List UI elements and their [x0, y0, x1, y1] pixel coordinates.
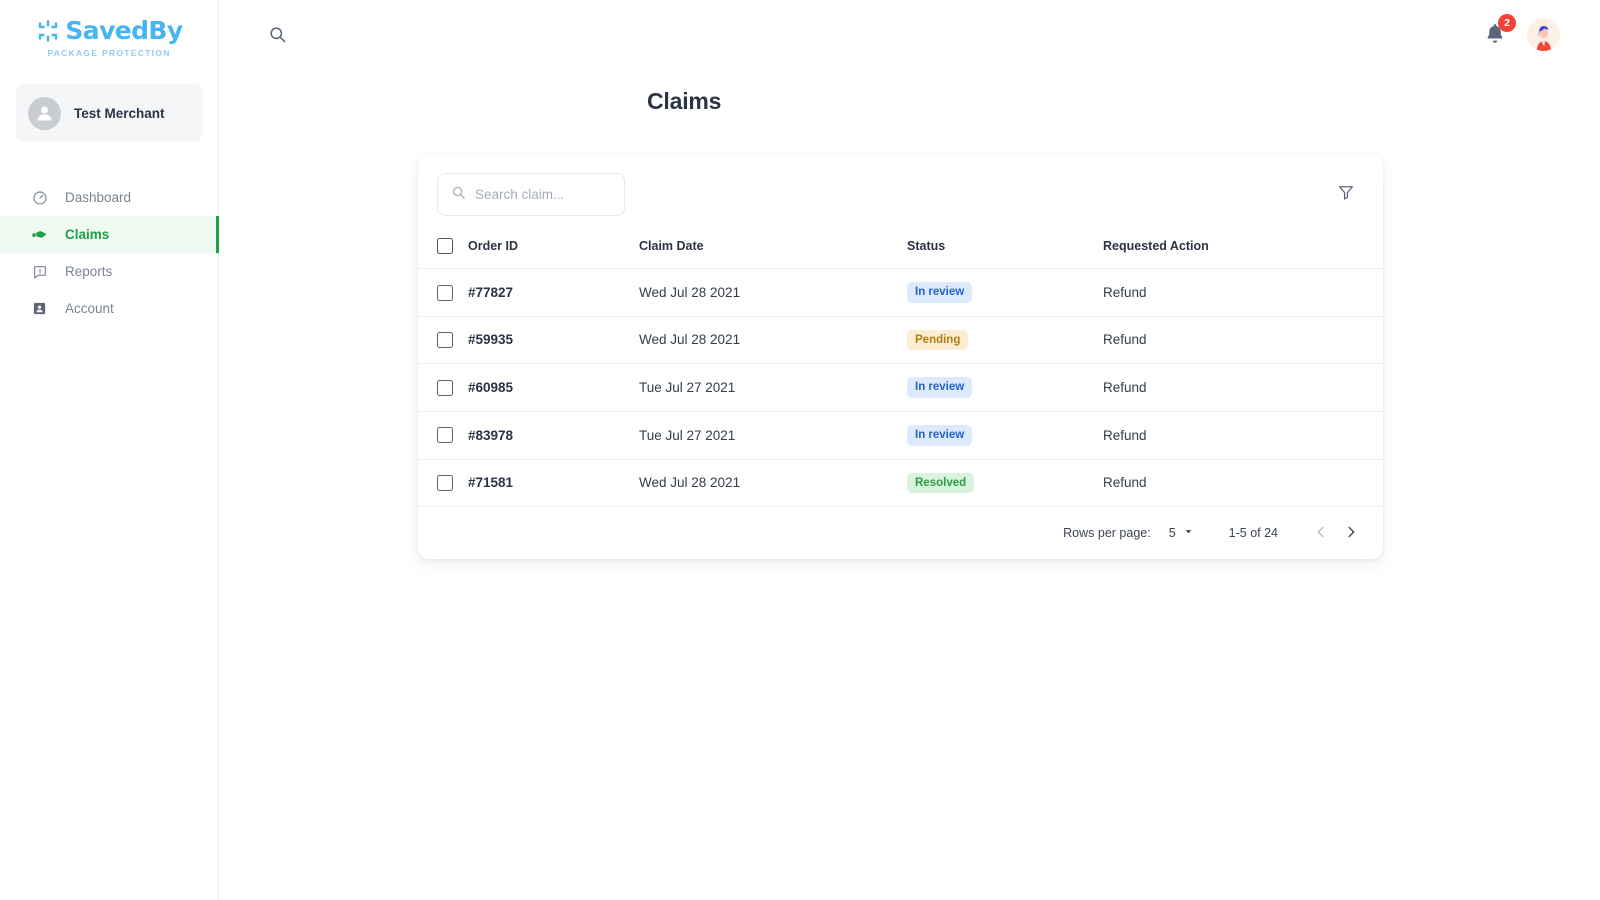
cell-claim-date: Tue Jul 27 2021	[639, 411, 907, 460]
cell-claim-date: Wed Jul 28 2021	[639, 268, 907, 317]
table-row[interactable]: #77827 Wed Jul 28 2021 In review Refund	[418, 268, 1383, 317]
report-alert-icon	[31, 263, 48, 280]
sidebar-nav: Dashboard Claims Reports Account	[0, 179, 219, 327]
select-all-header	[418, 232, 468, 269]
cell-requested-action: Refund	[1103, 316, 1383, 365]
burst-icon	[35, 18, 61, 44]
cell-order-id: #83978	[468, 411, 639, 460]
search-input[interactable]	[475, 187, 611, 202]
bell-icon	[1483, 24, 1507, 50]
rows-per-page-value: 5	[1168, 526, 1176, 541]
row-checkbox[interactable]	[437, 284, 453, 301]
select-all-checkbox[interactable]	[437, 238, 453, 254]
search-icon	[451, 185, 466, 205]
table-row[interactable]: #59935 Wed Jul 28 2021 Pending Refund	[418, 316, 1383, 365]
avatar[interactable]	[1527, 17, 1560, 51]
table-row[interactable]: #71581 Wed Jul 28 2021 Resolved Refund	[418, 459, 1383, 508]
cell-claim-date: Tue Jul 27 2021	[639, 363, 907, 412]
row-checkbox[interactable]	[437, 332, 453, 349]
cell-requested-action: Refund	[1103, 459, 1383, 508]
row-select-cell	[418, 316, 468, 365]
card-toolbar	[418, 155, 1383, 232]
search-claim-box[interactable]	[437, 173, 625, 216]
merchant-card[interactable]: Test Merchant	[16, 84, 202, 142]
cell-order-id: #60985	[468, 363, 639, 412]
gauge-icon	[31, 189, 48, 206]
row-select-cell	[418, 268, 468, 317]
cell-requested-action: Refund	[1103, 411, 1383, 460]
previous-page-button[interactable]	[1306, 518, 1336, 548]
table-body: #77827 Wed Jul 28 2021 In review Refund …	[418, 268, 1383, 508]
column-header-order-id[interactable]: Order ID	[468, 232, 639, 269]
cell-status: Pending	[907, 316, 1103, 365]
column-header-status[interactable]: Status	[907, 232, 1103, 269]
cell-status: In review	[907, 363, 1103, 412]
claims-table: Order ID Claim Date Status Requested Act…	[418, 232, 1383, 508]
table-row[interactable]: #60985 Tue Jul 27 2021 In review Refund	[418, 363, 1383, 412]
money-hand-icon	[31, 226, 48, 243]
sidebar-item-label: Claims	[65, 227, 110, 242]
table-row[interactable]: #83978 Tue Jul 27 2021 In review Refund	[418, 411, 1383, 460]
cell-status: In review	[907, 411, 1103, 460]
page-title: Claims	[647, 88, 722, 114]
sidebar-item-dashboard[interactable]: Dashboard	[0, 179, 218, 216]
search-icon[interactable]	[266, 23, 288, 45]
cell-claim-date: Wed Jul 28 2021	[639, 459, 907, 508]
row-checkbox[interactable]	[437, 427, 453, 444]
cell-requested-action: Refund	[1103, 363, 1383, 412]
status-badge: In review	[907, 282, 973, 303]
row-select-cell	[418, 363, 468, 412]
sidebar-item-claims[interactable]: Claims	[0, 216, 219, 253]
sidebar-item-account[interactable]: Account	[0, 290, 218, 327]
chevron-right-icon	[1343, 524, 1359, 543]
sidebar: SavedBy PACKAGE PROTECTION Test Merchant	[0, 0, 219, 900]
claims-card: Order ID Claim Date Status Requested Act…	[418, 155, 1383, 560]
cell-status: In review	[907, 268, 1103, 317]
pagination-bar: Rows per page: 5 1-5 of 24	[418, 507, 1383, 559]
app-root: SavedBy PACKAGE PROTECTION Test Merchant	[0, 0, 1600, 900]
cell-status: Resolved	[907, 459, 1103, 508]
brand-name: SavedBy	[65, 16, 183, 45]
brand-logo[interactable]: SavedBy PACKAGE PROTECTION	[0, 0, 218, 74]
notification-badge: 2	[1498, 14, 1516, 32]
cell-order-id: #59935	[468, 316, 639, 365]
topbar: 2	[219, 0, 1600, 68]
rows-per-page-label: Rows per page:	[1063, 526, 1151, 541]
topbar-actions: 2	[1483, 14, 1560, 51]
sidebar-item-label: Dashboard	[65, 190, 132, 205]
sidebar-item-reports[interactable]: Reports	[0, 253, 218, 290]
chevron-left-icon	[1313, 524, 1329, 543]
status-badge: In review	[907, 377, 973, 398]
cell-order-id: #77827	[468, 268, 639, 317]
status-badge: Resolved	[907, 472, 975, 494]
main-area: 2 Claims Search claim... Order ID Claim …	[219, 0, 1600, 900]
next-page-button[interactable]	[1336, 518, 1366, 548]
row-checkbox[interactable]	[437, 379, 453, 396]
table-header: Order ID Claim Date Status Requested Act…	[418, 232, 1383, 269]
filter-funnel-icon	[1337, 183, 1355, 206]
sidebar-item-label: Account	[65, 301, 114, 316]
cell-claim-date: Wed Jul 28 2021	[639, 316, 907, 365]
row-select-cell	[418, 411, 468, 460]
rows-per-page-select[interactable]: 5	[1169, 526, 1194, 540]
cell-requested-action: Refund	[1103, 268, 1383, 317]
notifications-button[interactable]: 2	[1483, 14, 1516, 50]
status-badge: Pending	[907, 329, 969, 351]
merchant-name: Test Merchant	[74, 105, 165, 121]
status-badge: In review	[907, 424, 973, 446]
table-header-row: Order ID Claim Date Status Requested Act…	[418, 232, 1383, 269]
column-header-claim-date[interactable]: Claim Date	[639, 232, 907, 269]
filter-button[interactable]	[1333, 182, 1359, 208]
user-avatar-icon	[1527, 17, 1560, 51]
column-header-requested-action[interactable]: Requested Action	[1103, 232, 1383, 269]
cell-order-id: #71581	[468, 459, 639, 508]
pagination-range: 1-5 of 24	[1228, 526, 1278, 541]
id-card-icon	[31, 300, 48, 317]
row-checkbox[interactable]	[437, 475, 453, 492]
sidebar-item-label: Reports	[65, 264, 113, 279]
brand-tagline: PACKAGE PROTECTION	[47, 48, 171, 58]
row-select-cell	[418, 459, 468, 508]
chevron-down-icon	[1183, 526, 1194, 540]
person-icon	[28, 96, 61, 130]
